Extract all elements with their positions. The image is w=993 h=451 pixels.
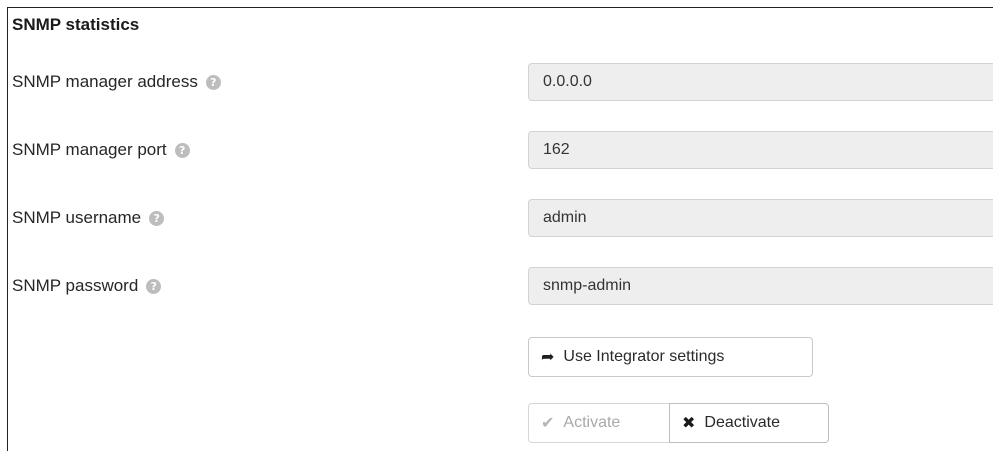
question-circle-icon[interactable]: ? — [174, 142, 190, 158]
use-integrator-settings-button[interactable]: ➦ Use Integrator settings — [528, 337, 813, 377]
question-circle-icon[interactable]: ? — [146, 278, 162, 294]
snmp-manager-port-row: SNMP manager port ? — [8, 131, 993, 169]
section-title: SNMP statistics — [12, 15, 140, 34]
snmp-username-row: SNMP username ? — [8, 199, 993, 237]
question-circle-icon[interactable]: ? — [149, 210, 165, 226]
check-icon: ✔ — [541, 413, 555, 432]
snmp-username-label: SNMP username ? — [12, 199, 165, 237]
deactivate-label: Deactivate — [704, 414, 780, 431]
activate-button[interactable]: ✔ Activate — [528, 403, 670, 443]
snmp-manager-address-input[interactable] — [528, 63, 993, 101]
snmp-username-label-text: SNMP username — [12, 208, 142, 227]
snmp-password-label: SNMP password ? — [12, 267, 162, 305]
snmp-password-label-text: SNMP password — [12, 276, 139, 295]
snmp-manager-port-label: SNMP manager port ? — [12, 131, 190, 169]
snmp-manager-port-input[interactable] — [528, 131, 993, 169]
snmp-password-input[interactable] — [528, 267, 993, 305]
snmp-username-input[interactable] — [528, 199, 993, 237]
snmp-manager-address-label: SNMP manager address ? — [12, 63, 221, 101]
use-integrator-settings-label: Use Integrator settings — [563, 348, 725, 365]
share-arrow-icon: ➦ — [541, 347, 555, 366]
snmp-password-row: SNMP password ? — [8, 267, 993, 305]
snmp-statistics-panel: SNMP statistics SNMP manager address ? S… — [7, 7, 993, 451]
times-icon: ✖ — [682, 413, 696, 432]
activate-label: Activate — [563, 414, 621, 431]
snmp-manager-port-label-text: SNMP manager port — [12, 140, 167, 159]
snmp-manager-address-row: SNMP manager address ? — [8, 63, 993, 101]
deactivate-button[interactable]: ✖ Deactivate — [669, 403, 829, 443]
snmp-manager-address-label-text: SNMP manager address — [12, 72, 198, 91]
question-circle-icon[interactable]: ? — [205, 74, 221, 90]
